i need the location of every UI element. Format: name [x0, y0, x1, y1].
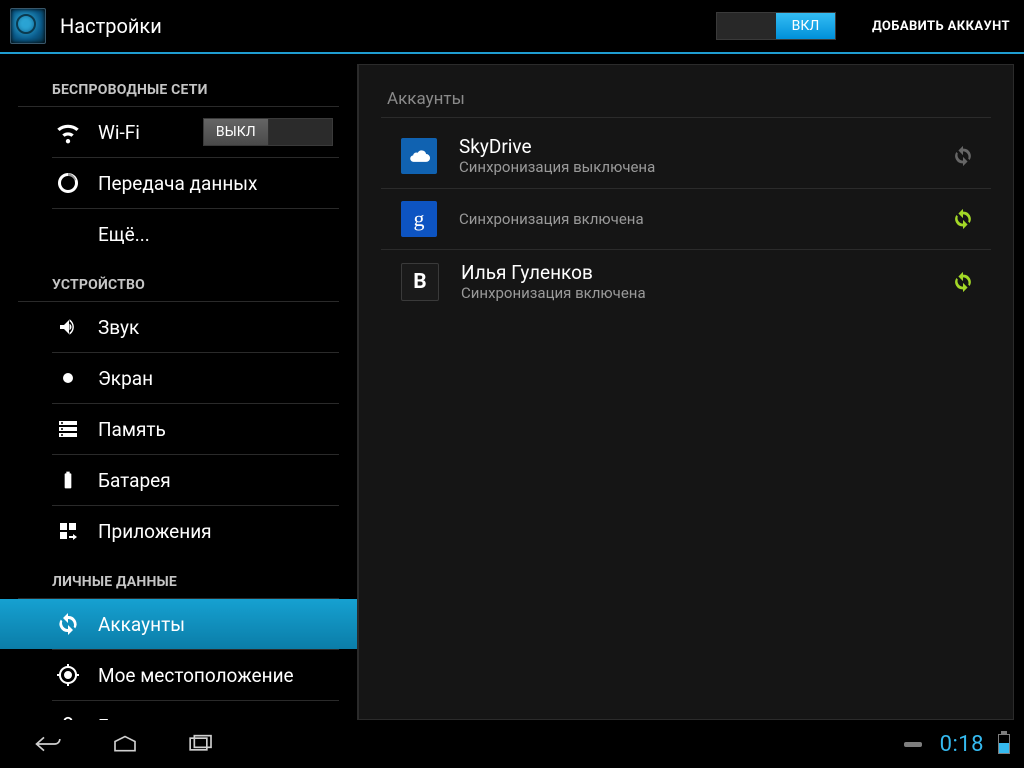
sidebar-item-label: Мое местоположение	[98, 664, 294, 687]
data-usage-icon	[54, 169, 82, 197]
account-text: Синхронизация включена	[459, 210, 951, 228]
status-notification-indicator[interactable]	[904, 742, 922, 747]
sidebar-item-wifi[interactable]: Wi-Fi ВЫКЛ	[0, 107, 357, 157]
sidebar-item-label: Батарея	[98, 469, 171, 492]
navigation-bar: 0:18	[0, 720, 1024, 768]
display-icon	[54, 364, 82, 392]
wifi-icon	[54, 118, 82, 146]
sound-icon	[54, 313, 82, 341]
account-title: Илья Гуленков	[461, 262, 951, 284]
account-row-google[interactable]: g Синхронизация включена	[381, 188, 991, 249]
back-button[interactable]	[14, 726, 84, 762]
account-text: SkyDrive Синхронизация выключена	[459, 136, 951, 176]
sidebar-item-apps[interactable]: Приложения	[0, 506, 357, 556]
sidebar-item-label: Ещё...	[98, 223, 150, 246]
page-title: Настройки	[60, 14, 716, 38]
sidebar-section-personal: ЛИЧНЫЕ ДАННЫЕ	[0, 556, 357, 598]
sidebar-item-label: Звук	[98, 316, 139, 339]
sidebar-item-label: Память	[98, 418, 166, 441]
google-icon: g	[401, 201, 437, 237]
account-subtitle: Синхронизация включена	[459, 210, 951, 228]
battery-icon	[54, 466, 82, 494]
sidebar-item-label: Аккаунты	[98, 613, 185, 636]
location-icon	[54, 661, 82, 689]
detail-panel: Аккаунты SkyDrive Синхронизация выключен…	[358, 54, 1024, 720]
sync-status-icon	[951, 207, 975, 231]
sidebar-item-label: Wi-Fi	[98, 121, 140, 144]
skydrive-icon	[401, 138, 437, 174]
app-icon	[10, 8, 46, 44]
sidebar-item-label: Передача данных	[98, 172, 257, 195]
sidebar-section-wireless: БЕСПРОВОДНЫЕ СЕТИ	[0, 64, 357, 106]
wifi-toggle-off: ВЫКЛ	[204, 119, 269, 145]
sidebar-item-storage[interactable]: Память	[0, 404, 357, 454]
sidebar-item-display[interactable]: Экран	[0, 353, 357, 403]
sidebar-item-data-usage[interactable]: Передача данных	[0, 158, 357, 208]
sidebar-item-label: Экран	[98, 367, 153, 390]
wifi-toggle[interactable]: ВЫКЛ	[203, 118, 333, 146]
sidebar-item-location[interactable]: Мое местоположение	[0, 650, 357, 700]
account-subtitle: Синхронизация включена	[461, 284, 951, 302]
recent-apps-button[interactable]	[166, 726, 236, 762]
status-clock[interactable]: 0:18	[940, 732, 984, 757]
account-title: SkyDrive	[459, 136, 951, 158]
sync-status-icon	[951, 144, 975, 168]
detail-header: Аккаунты	[381, 65, 991, 117]
detail-card: Аккаунты SkyDrive Синхронизация выключен…	[358, 64, 1014, 720]
apps-icon	[54, 517, 82, 545]
action-bar: Настройки ВКЛ ДОБАВИТЬ АККАУНТ	[0, 0, 1024, 52]
add-account-button[interactable]: ДОБАВИТЬ АККАУНТ	[872, 19, 1010, 34]
sync-icon	[54, 610, 82, 638]
account-subtitle: Синхронизация выключена	[459, 158, 951, 176]
sidebar-item-more[interactable]: Ещё...	[0, 209, 357, 259]
storage-icon	[54, 415, 82, 443]
master-toggle-on: ВКЛ	[776, 13, 835, 39]
home-button[interactable]	[90, 726, 160, 762]
sidebar-item-label: Приложения	[98, 520, 212, 543]
vk-icon: B	[401, 263, 439, 301]
account-row-skydrive[interactable]: SkyDrive Синхронизация выключена	[381, 124, 991, 188]
account-row-vk[interactable]: B Илья Гуленков Синхронизация включена	[381, 249, 991, 314]
sidebar: БЕСПРОВОДНЫЕ СЕТИ Wi-Fi ВЫКЛ Передача да…	[0, 54, 358, 720]
sidebar-item-battery[interactable]: Батарея	[0, 455, 357, 505]
sidebar-item-security[interactable]: Безопасность	[0, 701, 357, 720]
sidebar-section-device: УСТРОЙСТВО	[0, 259, 357, 301]
sync-status-icon	[951, 270, 975, 294]
sidebar-item-accounts[interactable]: Аккаунты	[0, 599, 357, 649]
account-text: Илья Гуленков Синхронизация включена	[461, 262, 951, 302]
status-battery-icon[interactable]	[998, 734, 1010, 754]
master-toggle-off	[717, 13, 776, 39]
lock-icon	[54, 712, 82, 720]
master-toggle[interactable]: ВКЛ	[716, 12, 836, 40]
sidebar-item-label: Безопасность	[98, 715, 223, 721]
content-split: БЕСПРОВОДНЫЕ СЕТИ Wi-Fi ВЫКЛ Передача да…	[0, 54, 1024, 720]
sidebar-item-sound[interactable]: Звук	[0, 302, 357, 352]
